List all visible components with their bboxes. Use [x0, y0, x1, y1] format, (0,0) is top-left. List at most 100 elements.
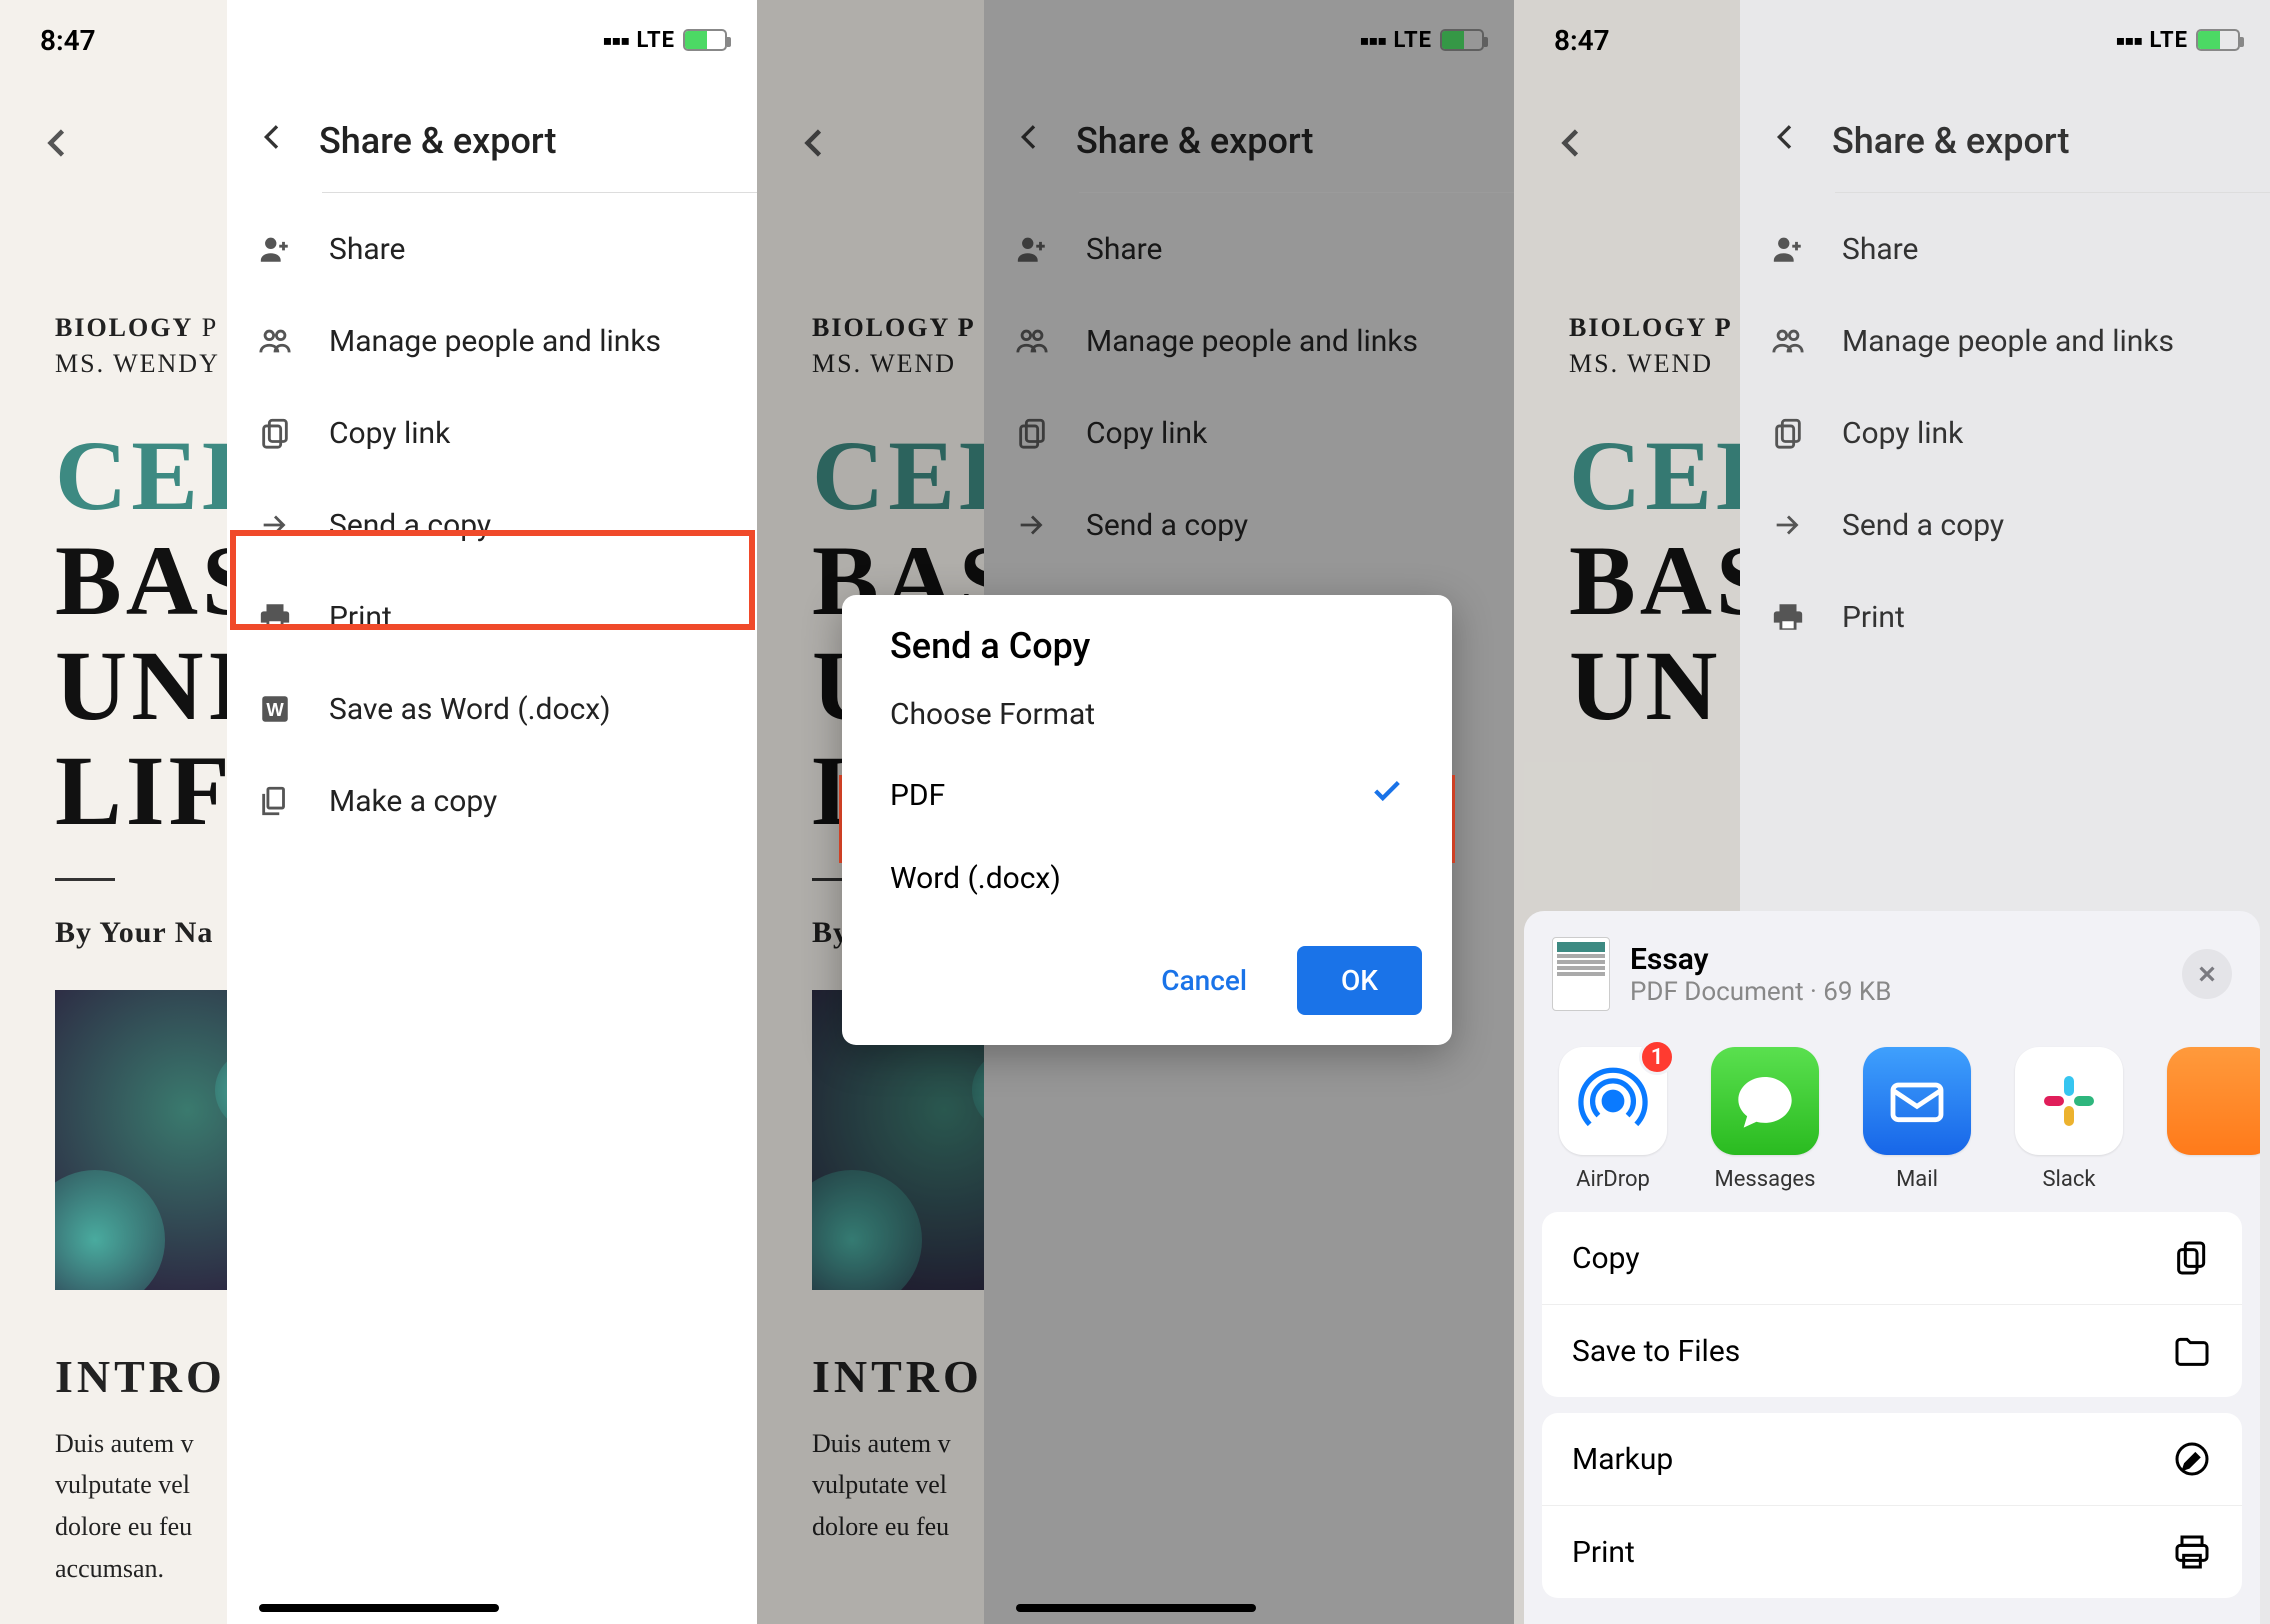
app-label: Slack: [2042, 1167, 2095, 1192]
share-app-messages[interactable]: Messages: [1706, 1047, 1824, 1192]
menu-label: Save as Word (.docx): [329, 692, 611, 727]
menu-item-send-copy: Send a copy: [984, 479, 1514, 571]
menu-label: Print: [1842, 600, 1905, 635]
copy-link-icon: [257, 415, 293, 451]
sheet-back-icon[interactable]: [1014, 120, 1046, 162]
menu-item-save-word[interactable]: W Save as Word (.docx): [227, 663, 757, 755]
check-icon: [1370, 774, 1404, 817]
modal-option-label: Word (.docx): [890, 861, 1061, 896]
action-label: Print: [1572, 1535, 1635, 1570]
word-icon: W: [257, 691, 293, 727]
divider: [322, 192, 757, 193]
svg-text:W: W: [266, 699, 284, 720]
menu-label: Make a copy: [329, 784, 497, 819]
action-print[interactable]: Print: [1542, 1506, 2242, 1598]
modal-title: Send a Copy: [842, 595, 1452, 687]
file-subtitle: PDF Document · 69 KB: [1630, 977, 2162, 1007]
menu-item-share[interactable]: Share: [227, 203, 757, 295]
status-bar: 8:47: [0, 0, 757, 80]
menu-label: Share: [1842, 232, 1918, 267]
action-markup[interactable]: Markup: [1542, 1413, 2242, 1506]
cancel-button[interactable]: Cancel: [1131, 946, 1277, 1015]
menu-label: Share: [329, 232, 405, 267]
person-add-icon: [1770, 231, 1806, 267]
menu-label: Send a copy: [329, 508, 491, 543]
menu-item-send-copy[interactable]: Send a copy: [227, 479, 757, 571]
menu-label: Manage people and links: [1842, 324, 2174, 359]
ok-button[interactable]: OK: [1297, 946, 1422, 1015]
status-bar: ▪▪▪ LTE: [984, 0, 1514, 80]
menu-item-copy-link: Copy link: [1740, 387, 2270, 479]
make-copy-icon: [257, 783, 293, 819]
markup-icon: [2172, 1439, 2212, 1479]
print-icon: [257, 599, 293, 635]
menu-item-copy-link: Copy link: [984, 387, 1514, 479]
menu-label: Manage people and links: [329, 324, 661, 359]
sheet-title: Share & export: [1076, 120, 1314, 162]
menu-label: Copy link: [329, 416, 450, 451]
sheet-back-icon[interactable]: [257, 120, 289, 162]
file-thumbnail: [1552, 937, 1610, 1011]
status-time: 8:47: [1554, 24, 1610, 57]
folder-icon: [2172, 1331, 2212, 1371]
app-label: Messages: [1715, 1167, 1816, 1192]
menu-label: Send a copy: [1086, 508, 1248, 543]
menu-item-manage: Manage people and links: [984, 295, 1514, 387]
divider: [1079, 192, 1514, 193]
people-icon: [1770, 323, 1806, 359]
status-bar: 8:47: [1514, 0, 2270, 80]
printer-icon: [2172, 1532, 2212, 1572]
send-icon: [257, 507, 293, 543]
menu-item-send-copy: Send a copy: [1740, 479, 2270, 571]
ios-share-sheet: Essay PDF Document · 69 KB 1 AirDrop Mes…: [1524, 911, 2260, 1624]
menu-label: Manage people and links: [1086, 324, 1418, 359]
signal-icon: ▪▪▪: [1359, 30, 1386, 51]
back-icon[interactable]: [40, 120, 76, 172]
modal-subtitle: Choose Format: [842, 687, 1452, 752]
app-label: AirDrop: [1576, 1167, 1650, 1192]
sheet-back-icon[interactable]: [1770, 120, 1802, 162]
home-indicator[interactable]: [259, 1604, 499, 1612]
modal-option-word[interactable]: Word (.docx): [842, 839, 1452, 918]
menu-item-share: Share: [1740, 203, 2270, 295]
network-label: LTE: [1394, 28, 1432, 53]
menu-item-print: Print: [1740, 571, 2270, 663]
copy-link-icon: [1770, 415, 1806, 451]
menu-item-share: Share: [984, 203, 1514, 295]
share-app-airdrop[interactable]: 1 AirDrop: [1554, 1047, 1672, 1192]
battery-icon: [1440, 29, 1484, 51]
close-button[interactable]: [2182, 949, 2232, 999]
people-icon: [1014, 323, 1050, 359]
file-title: Essay: [1630, 942, 2162, 977]
menu-item-print[interactable]: Print: [227, 571, 757, 663]
person-add-icon: [1014, 231, 1050, 267]
menu-item-copy-link[interactable]: Copy link: [227, 387, 757, 479]
share-app-more[interactable]: [2162, 1047, 2260, 1192]
menu-item-manage[interactable]: Manage people and links: [227, 295, 757, 387]
menu-label: Copy link: [1842, 416, 1963, 451]
share-app-mail[interactable]: Mail: [1858, 1047, 1976, 1192]
copy-link-icon: [1014, 415, 1050, 451]
share-app-slack[interactable]: Slack: [2010, 1047, 2128, 1192]
menu-label: Send a copy: [1842, 508, 2004, 543]
action-save-files[interactable]: Save to Files: [1542, 1305, 2242, 1397]
menu-label: Print: [329, 600, 392, 635]
modal-option-pdf[interactable]: PDF: [842, 752, 1452, 839]
sheet-title: Share & export: [319, 120, 557, 162]
modal-option-label: PDF: [890, 778, 945, 813]
divider: [1835, 192, 2270, 193]
menu-label: Share: [1086, 232, 1162, 267]
send-icon: [1770, 507, 1806, 543]
action-copy[interactable]: Copy: [1542, 1212, 2242, 1305]
menu-item-make-copy[interactable]: Make a copy: [227, 755, 757, 847]
person-add-icon: [257, 231, 293, 267]
badge: 1: [1639, 1039, 1675, 1075]
status-time: 8:47: [40, 24, 96, 57]
sheet-title: Share & export: [1832, 120, 2070, 162]
share-export-sheet: ▪▪▪ LTE Share & export Share Manage peop…: [227, 0, 757, 1624]
send-icon: [1014, 507, 1050, 543]
home-indicator[interactable]: [1016, 1604, 1256, 1612]
copy-pages-icon: [2172, 1238, 2212, 1278]
menu-item-manage: Manage people and links: [1740, 295, 2270, 387]
menu-label: Copy link: [1086, 416, 1207, 451]
